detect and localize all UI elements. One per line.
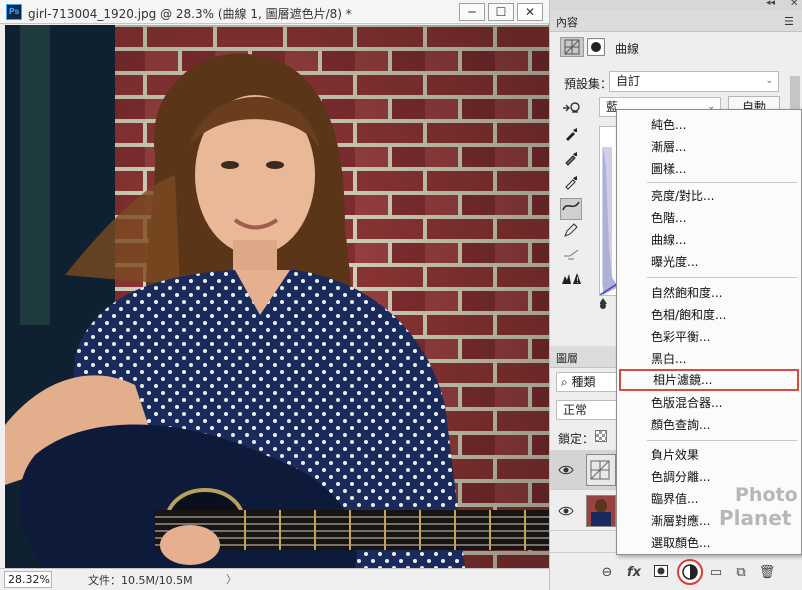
menu-item-color-balance[interactable]: 色彩平衡...	[617, 326, 801, 348]
menu-item-curves[interactable]: 曲線...	[617, 229, 801, 251]
white-point-eyedropper-icon[interactable]	[560, 174, 582, 196]
svg-text:!: !	[576, 276, 579, 285]
photo-girl-with-guitar	[5, 25, 549, 568]
target-adjust-hand-icon[interactable]	[560, 98, 582, 118]
minimize-button[interactable]: ─	[459, 3, 485, 21]
lock-label: 鎖定：	[558, 432, 595, 446]
curves-adjustment-icon[interactable]	[560, 37, 584, 57]
menu-separator	[647, 182, 797, 183]
image-canvas[interactable]	[5, 25, 549, 568]
new-layer-icon[interactable]: ⧉	[732, 565, 750, 580]
menu-item-selective-color[interactable]: 選取顏色...	[617, 532, 801, 554]
new-group-folder-icon[interactable]: ▭	[707, 565, 725, 580]
panel-menu-icon[interactable]: ☰	[784, 15, 794, 28]
delete-layer-icon[interactable]: 🗑	[758, 565, 776, 580]
add-mask-icon[interactable]	[652, 565, 670, 581]
photoshop-logo-icon: Ps	[6, 4, 22, 20]
layer-mask-icon[interactable]	[587, 38, 605, 56]
menu-item-pattern[interactable]: 圖樣...	[617, 158, 801, 180]
document-titlebar[interactable]: Ps girl-713004_1920.jpg @ 28.3% (曲線 1, 圖…	[0, 0, 549, 24]
edit-points-curve-icon[interactable]	[560, 198, 582, 220]
collapse-panels-icon[interactable]: ◂◂	[766, 0, 775, 8]
document-window: Ps girl-713004_1920.jpg @ 28.3% (曲線 1, 圖…	[0, 0, 549, 590]
link-layers-icon[interactable]: ⊖	[598, 565, 616, 580]
tab-layers-label: 圖層	[556, 352, 578, 365]
close-button[interactable]: ✕	[517, 3, 543, 21]
document-statusbar: 28.32% 文件：10.5M/10.5M 〉	[0, 568, 549, 590]
photoplanet-watermark: Photo Planet	[683, 484, 802, 534]
smooth-curve-icon[interactable]	[560, 246, 582, 268]
panel-top-strip: ◂◂ ✕	[550, 0, 802, 10]
maximize-button[interactable]: ☐	[488, 3, 514, 21]
menu-item-vibrance[interactable]: 自然飽和度...	[617, 282, 801, 304]
menu-item-photo-filter[interactable]: 相片濾鏡...	[619, 369, 799, 391]
document-title: girl-713004_1920.jpg @ 28.3% (曲線 1, 圖層遮色…	[28, 7, 352, 21]
watermark-line1: Photo	[735, 484, 798, 506]
preset-select[interactable]: 自訂 ⌄	[609, 71, 779, 92]
preset-label: 預設集：	[564, 77, 613, 91]
background-layer-thumbnail	[586, 495, 616, 527]
menu-item-black-white[interactable]: 黑白...	[617, 348, 801, 370]
layers-footer: ⊖ fx ▭ ⧉ 🗑	[550, 552, 802, 590]
menu-item-color-lookup[interactable]: 顏色查詢...	[617, 414, 801, 436]
tab-properties[interactable]: 內容 ☰	[550, 10, 802, 32]
tab-properties-label: 內容	[556, 16, 578, 29]
new-adjustment-layer-button[interactable]	[677, 559, 703, 585]
chevron-down-icon: ⌄	[765, 76, 773, 86]
eye-icon[interactable]	[558, 462, 574, 478]
eye-icon[interactable]	[558, 503, 574, 519]
menu-item-solid-color[interactable]: 純色...	[617, 114, 801, 136]
menu-separator	[647, 277, 797, 278]
curves-layer-thumbnail	[586, 454, 616, 486]
menu-item-levels[interactable]: 色階...	[617, 207, 801, 229]
preset-value: 自訂	[616, 74, 641, 88]
menu-item-gradient[interactable]: 漸層...	[617, 136, 801, 158]
file-size-info[interactable]: 文件：10.5M/10.5M	[88, 572, 193, 588]
menu-separator	[647, 440, 797, 441]
menu-item-hue-saturation[interactable]: 色相/飽和度...	[617, 304, 801, 326]
zoom-field[interactable]: 28.32%	[4, 571, 52, 588]
menu-item-brightness-contrast[interactable]: 亮度/對比...	[617, 185, 801, 207]
fx-button[interactable]: fx	[625, 565, 643, 580]
watermark-line2: Planet	[719, 506, 792, 530]
close-panels-icon[interactable]: ✕	[790, 0, 798, 9]
pencil-icon[interactable]	[560, 222, 582, 244]
adjustment-name: 曲線	[615, 42, 640, 56]
black-point-eyedropper-icon[interactable]	[560, 126, 582, 148]
gray-point-eyedropper-icon[interactable]	[560, 150, 582, 172]
clipping-warning-icon[interactable]: !	[560, 270, 582, 292]
menu-item-exposure[interactable]: 曝光度...	[617, 251, 801, 273]
menu-item-channel-mixer[interactable]: 色版混合器...	[617, 392, 801, 414]
menu-item-invert[interactable]: 負片效果	[617, 444, 801, 466]
status-menu-arrow-icon[interactable]: 〉	[226, 571, 237, 587]
lock-transparent-pixels-icon[interactable]	[595, 430, 607, 442]
